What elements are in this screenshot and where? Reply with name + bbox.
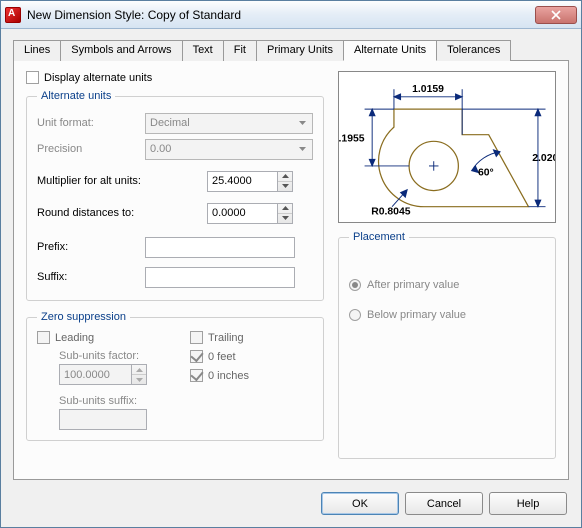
left-column: Display alternate units Alternate units …	[26, 71, 324, 469]
help-button[interactable]: Help	[489, 492, 567, 515]
suffix-label: Suffix:	[37, 271, 145, 283]
spinner-buttons	[131, 364, 147, 385]
display-alt-units-label: Display alternate units	[44, 72, 152, 84]
preview-dim-radius: R0.8045	[371, 206, 411, 217]
subunits-factor-label: Sub-units factor:	[59, 350, 160, 362]
trailing-label: Trailing	[208, 332, 244, 344]
subunits-suffix-label: Sub-units suffix:	[59, 395, 160, 407]
tab-tolerances[interactable]: Tolerances	[436, 40, 511, 61]
round-spinner[interactable]	[207, 203, 293, 224]
tab-strip: Lines Symbols and Arrows Text Fit Primar…	[1, 29, 581, 60]
alternate-units-group: Alternate units Unit format: Decimal Pre…	[26, 90, 324, 301]
placement-after-label: After primary value	[367, 279, 459, 291]
round-label: Round distances to:	[37, 207, 207, 219]
placement-after-row: After primary value	[349, 273, 545, 297]
subunits-suffix-input	[59, 409, 147, 430]
zero-inches-checkbox	[190, 369, 203, 382]
tab-alternate-units[interactable]: Alternate Units	[343, 40, 437, 61]
trailing-row: Trailing	[190, 331, 313, 344]
app-icon	[5, 7, 21, 23]
spin-down-icon[interactable]	[278, 213, 292, 223]
spin-down-icon[interactable]	[278, 181, 292, 191]
spin-up-icon[interactable]	[278, 172, 292, 181]
placement-below-label: Below primary value	[367, 309, 466, 321]
preview-dim-right: 2.0207	[532, 153, 555, 164]
placement-legend: Placement	[349, 231, 409, 243]
tab-primary-units[interactable]: Primary Units	[256, 40, 344, 61]
right-column: 1.0159 1.1955 2.0207 60° R0.8045 Placeme…	[338, 71, 556, 469]
dialog-window: New Dimension Style: Copy of Standard Li…	[0, 0, 582, 528]
tab-panel: Display alternate units Alternate units …	[13, 60, 569, 480]
unit-format-combo[interactable]: Decimal	[145, 113, 313, 134]
spin-down-icon	[132, 374, 146, 384]
subunits-factor-spinner	[59, 364, 160, 385]
trailing-checkbox	[190, 331, 203, 344]
unit-format-label: Unit format:	[37, 117, 145, 129]
preview-dim-top: 1.0159	[412, 84, 444, 95]
display-alt-units-row[interactable]: Display alternate units	[26, 71, 324, 84]
multiplier-spinner[interactable]	[207, 171, 293, 192]
zero-suppression-legend: Zero suppression	[37, 311, 130, 323]
round-input[interactable]	[207, 203, 277, 224]
multiplier-input[interactable]	[207, 171, 277, 192]
titlebar: New Dimension Style: Copy of Standard	[1, 1, 581, 29]
prefix-input[interactable]	[145, 237, 295, 258]
unit-format-value: Decimal	[150, 117, 190, 129]
zero-inches-row: 0 inches	[190, 369, 313, 382]
alternate-units-legend: Alternate units	[37, 90, 115, 102]
window-title: New Dimension Style: Copy of Standard	[27, 8, 535, 22]
leading-row: Leading	[37, 331, 160, 344]
leading-checkbox	[37, 331, 50, 344]
leading-label: Leading	[55, 332, 94, 344]
placement-below-row: Below primary value	[349, 303, 545, 327]
precision-combo[interactable]: 0.00	[145, 139, 313, 160]
spinner-buttons[interactable]	[277, 203, 293, 224]
chevron-down-icon	[295, 142, 310, 157]
spinner-buttons[interactable]	[277, 171, 293, 192]
tab-symbols-arrows[interactable]: Symbols and Arrows	[60, 40, 182, 61]
spin-up-icon[interactable]	[278, 204, 292, 213]
precision-value: 0.00	[150, 143, 171, 155]
tab-fit[interactable]: Fit	[223, 40, 257, 61]
placement-after-radio	[349, 279, 361, 291]
cancel-button[interactable]: Cancel	[405, 492, 483, 515]
tab-lines[interactable]: Lines	[13, 40, 61, 61]
spin-up-icon	[132, 365, 146, 374]
button-row: OK Cancel Help	[1, 488, 581, 527]
preview-dim-angle: 60°	[478, 167, 494, 178]
preview-dim-left: 1.1955	[339, 133, 365, 144]
zero-suppression-group: Zero suppression Leading Sub-units facto…	[26, 311, 324, 441]
zero-feet-label: 0 feet	[208, 351, 236, 363]
multiplier-label: Multiplier for alt units:	[37, 175, 207, 187]
precision-label: Precision	[37, 143, 145, 155]
placement-group: Placement After primary value Below prim…	[338, 231, 556, 459]
subunits-factor-input	[59, 364, 131, 385]
preview-pane: 1.0159 1.1955 2.0207 60° R0.8045	[338, 71, 556, 223]
close-button[interactable]	[535, 6, 577, 24]
placement-below-radio	[349, 309, 361, 321]
tab-text[interactable]: Text	[182, 40, 224, 61]
zero-feet-row: 0 feet	[190, 350, 313, 363]
zero-inches-label: 0 inches	[208, 370, 249, 382]
chevron-down-icon	[295, 116, 310, 131]
display-alt-units-checkbox[interactable]	[26, 71, 39, 84]
prefix-label: Prefix:	[37, 241, 145, 253]
ok-button[interactable]: OK	[321, 492, 399, 515]
suffix-input[interactable]	[145, 267, 295, 288]
zero-feet-checkbox	[190, 350, 203, 363]
